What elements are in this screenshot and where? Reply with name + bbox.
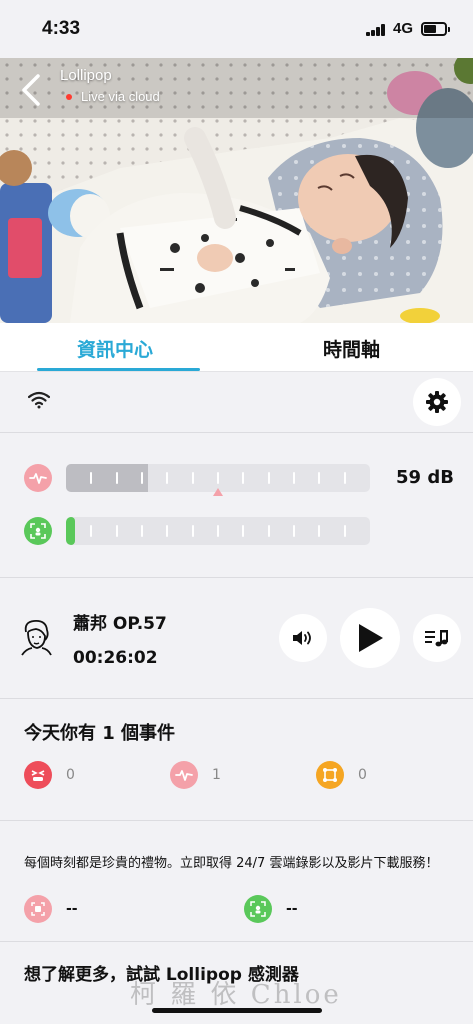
live-indicator-dot: [66, 93, 72, 100]
crying-face-icon: [24, 761, 52, 789]
meter-tick: [217, 472, 219, 484]
meter-tick: [343, 472, 346, 484]
play-button[interactable]: [340, 608, 400, 668]
events-summary-title: 今天你有 1 個事件: [24, 723, 176, 744]
motion-sensor-icon: [30, 523, 46, 539]
divider: [0, 432, 473, 433]
promo-baby-monitor[interactable]: --: [244, 895, 298, 923]
event-sound[interactable]: 1: [170, 761, 221, 789]
meter-tick: [293, 525, 295, 537]
motion-level-meter: [66, 517, 370, 545]
sound-db-value: 59 dB: [396, 467, 454, 488]
meter-tick: [242, 525, 245, 537]
wifi-icon: [28, 391, 50, 409]
network-type: 4G: [393, 20, 414, 37]
gear-icon: [426, 391, 448, 413]
meter-tick: [191, 525, 194, 537]
status-bar: 4:33 4G: [0, 0, 473, 58]
cellular-signal-icon: [366, 24, 386, 36]
home-indicator[interactable]: [152, 1008, 322, 1013]
composer-portrait-icon: [21, 620, 52, 656]
back-button[interactable]: [18, 72, 48, 108]
event-crossing[interactable]: 0: [316, 761, 367, 789]
meter-tick: [318, 472, 321, 484]
meter-tick: [191, 472, 194, 484]
watermark-text: 柯 羅 依 Chloe: [130, 980, 342, 1010]
meter-tick: [318, 525, 321, 537]
promo-video-recording-value: --: [66, 901, 78, 917]
track-title: 蕭邦 OP.57: [73, 614, 167, 634]
meter-tick: [90, 525, 93, 537]
play-icon: [359, 624, 383, 652]
video-recording-icon: [24, 895, 52, 923]
sound-threshold-marker[interactable]: [213, 488, 223, 496]
tab-bar: 資訊中心 時間軸: [0, 323, 473, 372]
meter-tick: [115, 472, 118, 484]
promo-video-recording[interactable]: --: [24, 895, 78, 923]
divider: [0, 577, 473, 578]
meter-tick: [267, 525, 270, 537]
chevron-left-icon: [22, 74, 40, 106]
meter-tick: [293, 472, 295, 484]
motion-meter-icon: [24, 517, 52, 545]
meter-tick: [242, 472, 245, 484]
meter-tick: [115, 525, 118, 537]
divider: [0, 941, 473, 942]
status-time: 4:33: [42, 18, 81, 39]
active-tab-underline: [37, 368, 200, 371]
sound-wave-icon: [170, 761, 198, 789]
camera-name: Lollipop: [60, 67, 112, 84]
crossing-zone-icon: [316, 761, 344, 789]
camera-video-feed[interactable]: Lollipop Live via cloud: [0, 58, 473, 323]
divider: [0, 698, 473, 699]
divider: [0, 820, 473, 821]
event-crying-count: 0: [66, 767, 75, 783]
battery-icon: [421, 22, 450, 36]
meter-tick: [267, 472, 270, 484]
tab-info-center[interactable]: 資訊中心: [77, 335, 153, 362]
music-playlist-icon: [425, 630, 448, 647]
event-crossing-count: 0: [358, 767, 367, 783]
meter-tick: [141, 525, 143, 537]
meter-tick: [141, 472, 143, 484]
meter-tick: [343, 525, 346, 537]
meter-tick: [166, 472, 169, 484]
settings-button[interactable]: [413, 378, 461, 426]
playlist-button[interactable]: [413, 614, 461, 662]
motion-level-fill: [66, 517, 76, 545]
track-elapsed-time: 00:26:02: [73, 648, 158, 668]
sound-meter-icon: [24, 464, 52, 492]
cloud-recording-promo-text: 每個時刻都是珍貴的禮物。立即取得 24/7 雲端錄影以及影片下載服務！: [24, 856, 439, 871]
volume-button[interactable]: [279, 614, 327, 662]
camera-status: Live via cloud: [66, 89, 160, 104]
event-crying[interactable]: 0: [24, 761, 75, 789]
event-sound-count: 1: [212, 767, 221, 783]
promo-baby-monitor-value: --: [286, 901, 298, 917]
meter-tick: [217, 525, 219, 537]
speaker-volume-icon: [293, 631, 311, 645]
baby-monitor-icon: [244, 895, 272, 923]
sound-wave-icon: [29, 473, 47, 484]
sound-level-fill: [66, 464, 149, 492]
meter-tick: [166, 525, 169, 537]
tab-timeline[interactable]: 時間軸: [323, 335, 380, 362]
camera-status-text: Live via cloud: [81, 89, 160, 104]
